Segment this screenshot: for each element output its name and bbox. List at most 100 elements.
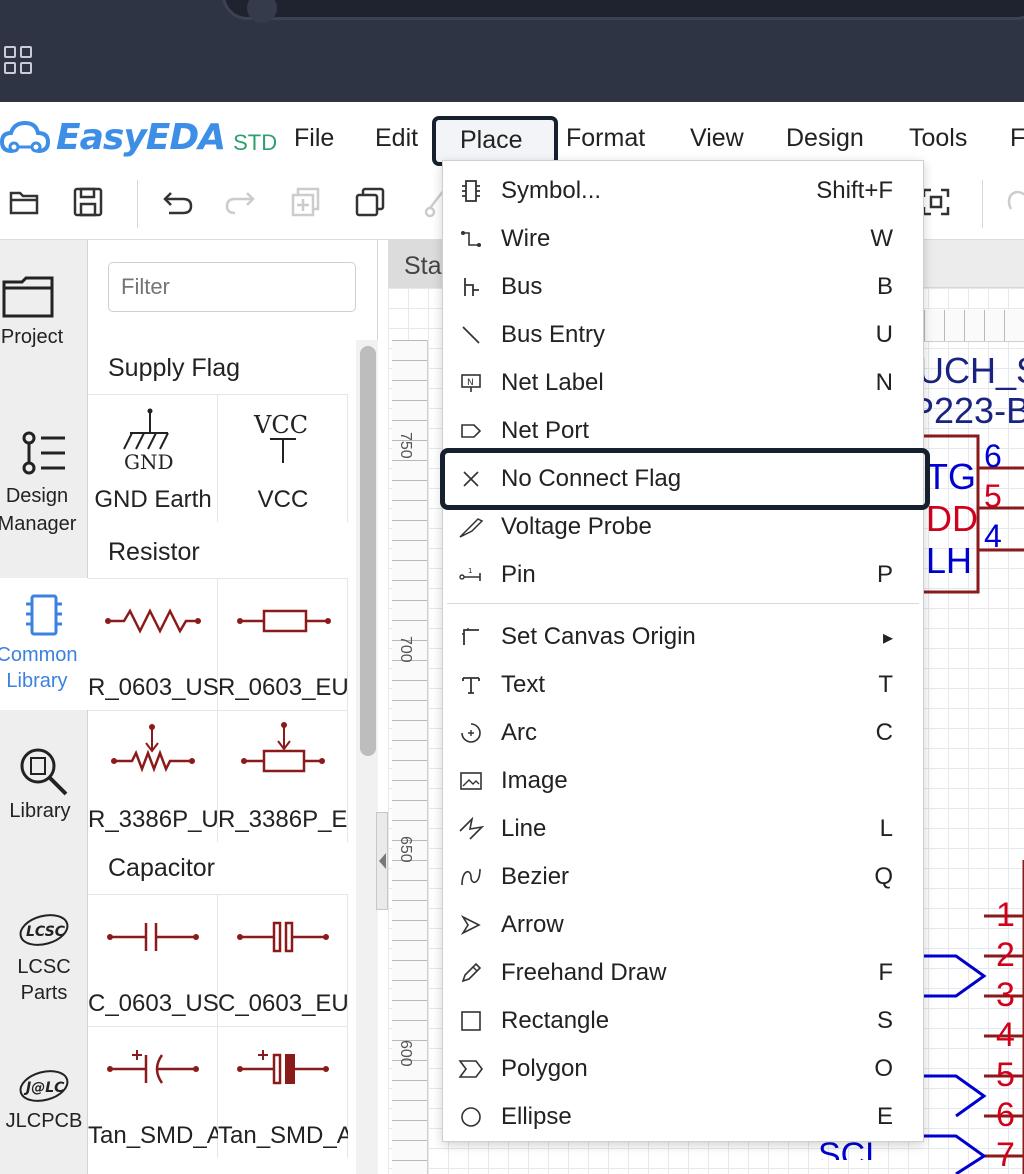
- menu-item-image[interactable]: Image: [443, 757, 923, 805]
- part-name-line1: UCH_S: [918, 350, 1024, 391]
- symbol-r-0603-us[interactable]: R_0603_US: [88, 578, 218, 710]
- symbol-c-0603-eu[interactable]: C_0603_EU: [218, 894, 348, 1026]
- address-bar[interactable]: [222, 0, 1024, 23]
- svg-text:J@LC: J@LC: [23, 1080, 65, 1096]
- symbol-label: C_0603_US: [88, 990, 218, 1017]
- menu-item-bus-entry[interactable]: Bus Entry U: [443, 311, 923, 359]
- tab-project-label: Project: [0, 326, 64, 348]
- pin-number: 4: [996, 1016, 1015, 1054]
- menu-item-line[interactable]: Line L: [443, 805, 923, 853]
- add-copy-icon[interactable]: [286, 182, 326, 222]
- save-icon[interactable]: [68, 182, 108, 222]
- voltage-probe-icon: [457, 513, 485, 541]
- symbol-label: R_3386P_US: [88, 806, 218, 833]
- symbol-r-0603-eu[interactable]: R_0603_EU: [218, 578, 348, 710]
- part-name-line2: P223-B: [910, 390, 1024, 431]
- menu-item-arc[interactable]: Arc C: [443, 709, 923, 757]
- freehand-icon: [457, 959, 485, 987]
- tab-common-library[interactable]: Common Library: [0, 578, 88, 710]
- svg-text:1: 1: [468, 567, 472, 575]
- apps-grid-icon[interactable]: [4, 46, 32, 74]
- symbol-icon: [457, 177, 485, 205]
- tab-lcsc-parts[interactable]: LCSC LCSC Parts: [0, 910, 88, 1010]
- menu-item-text[interactable]: Text T: [443, 661, 923, 709]
- symbol-tan-smd-a-us[interactable]: Tan_SMD_A: [88, 1026, 218, 1158]
- menu-tools[interactable]: Tools: [909, 124, 967, 153]
- library-scrollbar[interactable]: [360, 346, 376, 756]
- gnd-earth-symbol: GND: [123, 408, 174, 474]
- menu-item-set-canvas-origin[interactable]: Set Canvas Origin ▸: [443, 613, 923, 661]
- toolbar-separator: [137, 180, 138, 228]
- menu-view[interactable]: View: [690, 124, 744, 153]
- symbol-vcc[interactable]: VCC VCC: [218, 394, 348, 522]
- menu-item-symbol[interactable]: Symbol... Shift+F: [443, 167, 923, 215]
- image-icon: [457, 767, 485, 795]
- menu-place[interactable]: Place: [432, 116, 558, 166]
- ruler-label: 600: [397, 1040, 414, 1067]
- menu-item-net-label[interactable]: N Net Label N: [443, 359, 923, 407]
- tab-design-manager[interactable]: Design Manager: [0, 428, 88, 548]
- bus-icon: [457, 273, 485, 301]
- place-dropdown-menu: Symbol... Shift+F Wire W Bus B Bus Entry…: [442, 160, 924, 1142]
- symbol-tan-smd-a-eu[interactable]: Tan_SMD_A: [218, 1026, 348, 1158]
- menu-item-pin[interactable]: 1 Pin P: [443, 551, 923, 599]
- symbol-label: Tan_SMD_A: [88, 1122, 218, 1149]
- menu-design[interactable]: Design: [786, 124, 864, 153]
- menu-item-freehand-draw[interactable]: Freehand Draw F: [443, 949, 923, 997]
- toolbar-separator: [982, 180, 983, 228]
- menu-place-label: Place: [460, 126, 523, 154]
- category-supply-flag: Supply Flag: [108, 354, 241, 382]
- menu-item-arrow[interactable]: Arrow: [443, 901, 923, 949]
- category-capacitor: Capacitor: [108, 854, 215, 882]
- line-icon: [457, 815, 485, 843]
- menu-item-rectangle[interactable]: Rectangle S: [443, 997, 923, 1045]
- tab-library-label: Library: [9, 800, 71, 822]
- tab-design-manager-label: Design Manager: [0, 485, 77, 535]
- menu-edit[interactable]: Edit: [375, 124, 418, 153]
- menu-item-ellipse[interactable]: Ellipse E: [443, 1093, 923, 1141]
- duplicate-icon[interactable]: [350, 182, 390, 222]
- tab-common-library-label: Common Library: [0, 644, 78, 692]
- menu-item-bus[interactable]: Bus B: [443, 263, 923, 311]
- menu-item-polygon[interactable]: Polygon O: [443, 1045, 923, 1093]
- pin-number: 4: [984, 518, 1002, 554]
- pin-number: 6: [984, 438, 1002, 474]
- rectangle-icon: [457, 1007, 485, 1035]
- menu-item-voltage-probe[interactable]: Voltage Probe: [443, 503, 923, 551]
- open-folder-icon[interactable]: [4, 182, 44, 222]
- arc-icon: [457, 719, 485, 747]
- menu-item-bezier[interactable]: Bezier Q: [443, 853, 923, 901]
- pin-number: 7: [996, 1136, 1015, 1174]
- redo-icon[interactable]: [220, 182, 260, 222]
- symbol-r-3386p-eu[interactable]: R_3386P_EU: [218, 710, 348, 842]
- menu-format[interactable]: Format: [566, 124, 645, 153]
- tab-project[interactable]: Project: [0, 272, 88, 368]
- resistor-eu-symbol: [237, 609, 331, 633]
- pin-label: DD: [926, 498, 978, 539]
- ruler-label: 750: [397, 432, 414, 459]
- menu-more[interactable]: F: [1010, 124, 1024, 153]
- pin-icon: 1: [457, 561, 485, 589]
- symbol-gnd-earth[interactable]: GND GND Earth: [88, 394, 218, 522]
- resistor-us-symbol: [105, 608, 201, 634]
- tab-jlcpcb[interactable]: J@LC JLCPCB: [0, 1066, 88, 1150]
- text-icon: [457, 671, 485, 699]
- library-filter-input[interactable]: [108, 262, 356, 312]
- menu-item-wire[interactable]: Wire W: [443, 215, 923, 263]
- logo-text: EasyEDA: [56, 116, 226, 158]
- undo-icon[interactable]: [158, 182, 198, 222]
- symbol-label: VCC: [257, 486, 309, 513]
- symbol-c-0603-us[interactable]: C_0603_US: [88, 894, 218, 1026]
- menu-file[interactable]: File: [294, 124, 334, 153]
- no-connect-flag-highlight: [440, 448, 930, 510]
- symbol-label: Tan_SMD_A: [218, 1122, 348, 1149]
- logo-edition: STD: [233, 130, 278, 155]
- symbol-r-3386p-us[interactable]: R_3386P_US: [88, 710, 218, 842]
- category-resistor: Resistor: [108, 538, 200, 566]
- refresh-icon[interactable]: [998, 182, 1024, 222]
- panel-collapse-handle[interactable]: [376, 812, 388, 910]
- easyeda-logo: EasyEDA STD: [0, 114, 277, 160]
- common-library-panel: Supply Flag GND GND Earth VCC VCC Resist…: [88, 240, 378, 1174]
- address-bar-icon: [247, 0, 277, 23]
- tab-library[interactable]: Library: [0, 744, 88, 836]
